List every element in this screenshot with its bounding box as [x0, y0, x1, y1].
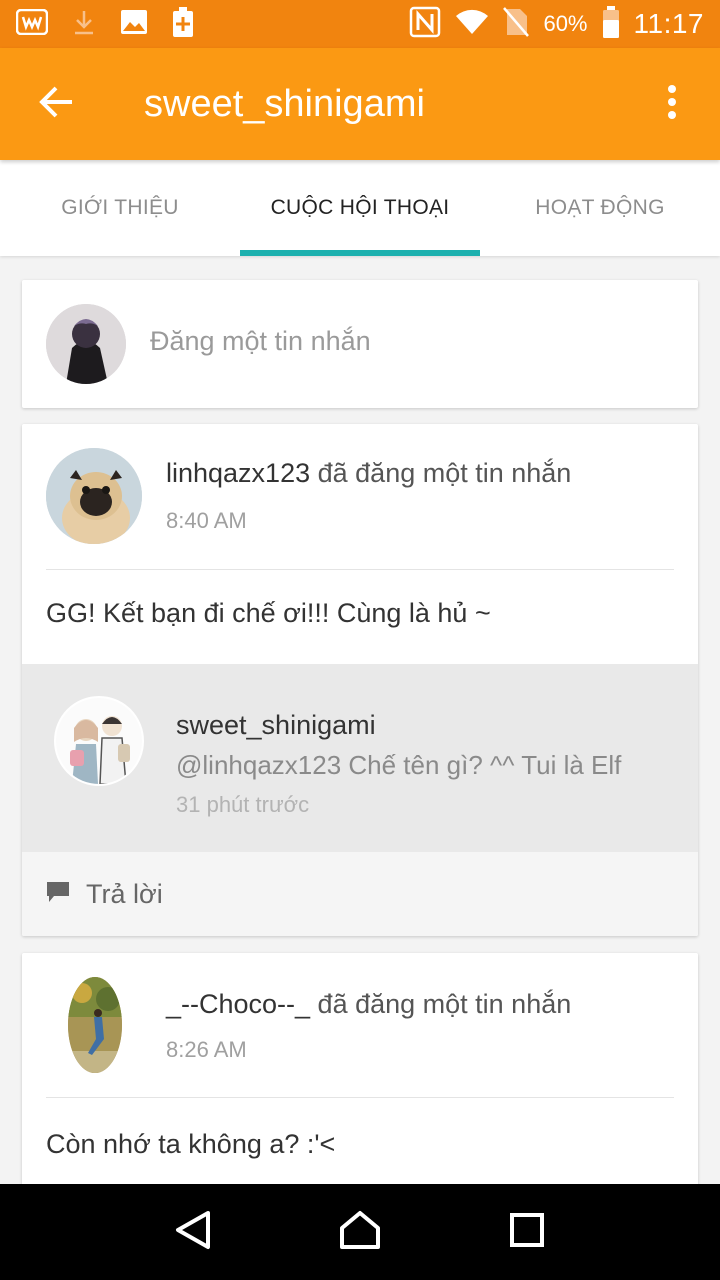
- divider: [46, 569, 674, 570]
- avatar[interactable]: [54, 696, 144, 786]
- wifi-icon: [455, 8, 489, 41]
- post-card: _--Choco--_ đã đăng một tin nhắn 8:26 AM…: [22, 953, 698, 1193]
- reply-button[interactable]: Trả lời: [22, 852, 698, 936]
- triangle-back-icon: [175, 1210, 211, 1255]
- square-recents-icon: [509, 1212, 544, 1252]
- status-bar: 60% 11:17: [0, 0, 720, 48]
- image-icon: [120, 9, 148, 40]
- tab-about[interactable]: GIỚI THIỆU: [0, 160, 240, 256]
- avatar: [46, 304, 126, 384]
- tab-bar: GIỚI THIỆU CUỘC HỘI THOẠI HOẠT ĐỘNG: [0, 160, 720, 256]
- arrow-left-icon: [38, 86, 74, 123]
- no-sim-icon: [503, 6, 530, 42]
- nav-home-button[interactable]: [320, 1192, 400, 1272]
- clock: 11:17: [633, 8, 704, 39]
- divider: [46, 1097, 674, 1098]
- app-w-icon: [15, 8, 49, 40]
- nav-recents-button[interactable]: [487, 1192, 567, 1272]
- post-action: đã đăng một tin nhắn: [310, 458, 572, 488]
- more-vert-icon: [667, 84, 677, 125]
- tab-activity[interactable]: HOẠT ĐỘNG: [480, 160, 720, 256]
- system-nav-bar: [0, 1184, 720, 1280]
- avatar[interactable]: [46, 448, 142, 544]
- post-composer[interactable]: Đăng một tin nhắn: [22, 280, 698, 408]
- reply-timestamp: 31 phút trước: [176, 792, 310, 817]
- app-bar: sweet_shinigami: [0, 48, 720, 160]
- download-icon: [72, 9, 96, 40]
- post-timestamp: 8:26 AM: [166, 1037, 247, 1062]
- battery-icon: [602, 5, 620, 43]
- reply-item: sweet_shinigami @linhqazx123 Chế tên gì?…: [22, 664, 698, 852]
- more-options-button[interactable]: [648, 68, 696, 140]
- tab-conversations[interactable]: CUỘC HỘI THOẠI: [240, 160, 480, 256]
- avatar[interactable]: [68, 977, 122, 1073]
- page-title: sweet_shinigami: [144, 82, 425, 125]
- reply-text: @linhqazx123 Chế tên gì? ^^ Tui là Elf: [176, 750, 622, 780]
- back-button[interactable]: [20, 68, 92, 140]
- reply-author[interactable]: sweet_shinigami: [176, 710, 376, 741]
- post-header: linhqazx123 đã đăng một tin nhắn: [166, 458, 571, 489]
- composer-input[interactable]: Đăng một tin nhắn: [150, 326, 371, 357]
- post-author[interactable]: _--Choco--_: [166, 989, 310, 1019]
- post-body: GG! Kết bạn đi chế ơi!!! Cùng là hủ ~: [46, 598, 491, 628]
- post-card: linhqazx123 đã đăng một tin nhắn 8:40 AM…: [22, 424, 698, 936]
- comment-icon: [46, 880, 70, 909]
- battery-plus-icon: [172, 6, 194, 42]
- post-header: _--Choco--_ đã đăng một tin nhắn: [166, 989, 571, 1020]
- post-body: Còn nhớ ta không a? :'<: [46, 1129, 336, 1159]
- nfc-icon: [409, 6, 441, 43]
- nav-back-button[interactable]: [153, 1192, 233, 1272]
- post-timestamp: 8:40 AM: [166, 508, 247, 533]
- post-action: đã đăng một tin nhắn: [310, 989, 572, 1019]
- battery-percent: 60%: [543, 11, 588, 36]
- reply-button-label: Trả lời: [86, 878, 163, 909]
- post-author[interactable]: linhqazx123: [166, 458, 310, 488]
- home-icon: [339, 1210, 381, 1255]
